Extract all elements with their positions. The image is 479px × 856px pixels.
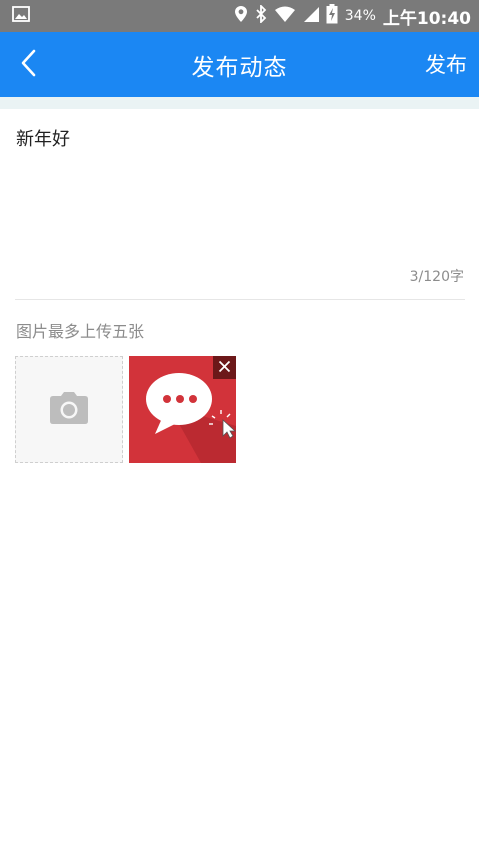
post-editor: 新年好 3/120字 图片最多上传五张	[0, 109, 479, 856]
image-thumbnail[interactable]	[129, 356, 236, 463]
bluetooth-icon	[255, 3, 267, 27]
images-hint: 图片最多上传五张	[16, 322, 145, 341]
close-icon	[218, 358, 231, 377]
wifi-icon	[274, 6, 296, 26]
status-right: 34% 上午10:40	[234, 3, 471, 29]
add-photo-button[interactable]	[15, 356, 123, 463]
back-button[interactable]	[12, 48, 44, 82]
post-text-input[interactable]: 新年好	[16, 125, 464, 265]
image-icon	[12, 6, 30, 26]
nav-bar: 发布动态 发布	[0, 32, 479, 97]
clock-time: 上午10:40	[382, 8, 471, 29]
battery-charging-icon	[326, 4, 338, 28]
chevron-left-icon	[20, 49, 36, 81]
camera-icon	[49, 391, 89, 429]
page-title: 发布动态	[191, 54, 288, 81]
remove-image-button[interactable]	[213, 356, 236, 379]
status-left	[12, 6, 30, 26]
status-bar: 34% 上午10:40	[0, 0, 479, 32]
signal-icon	[303, 6, 319, 26]
battery-percent: 34%	[344, 8, 376, 24]
char-count: 3/120字	[409, 269, 464, 285]
header-divider-strip	[0, 97, 479, 109]
divider	[15, 299, 465, 300]
location-icon	[234, 5, 248, 27]
publish-button[interactable]: 发布	[425, 49, 467, 79]
